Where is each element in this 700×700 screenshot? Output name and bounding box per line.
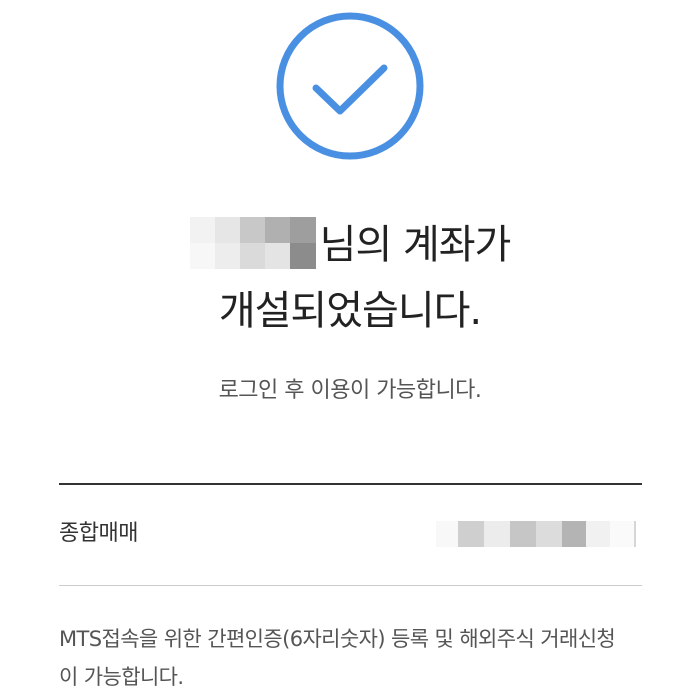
service-notice-line-2: 이 가능합니다.	[59, 665, 184, 689]
page-title: 님의 계좌가 개설되었습니다.	[0, 212, 700, 344]
account-type-label: 종합매매	[59, 521, 138, 546]
check-circle-icon	[276, 12, 424, 160]
service-notice-line-1: MTS접속을 위한 간편인증(6자리숫자) 등록 및 해외주식 거래신청	[59, 627, 616, 651]
account-info-row: 종합매매	[59, 510, 642, 560]
masked-customer-name	[189, 217, 316, 269]
section-divider	[59, 483, 642, 485]
headline-line-2: 개설되었습니다.	[218, 288, 482, 334]
headline-name-suffix: 님의 계좌가	[319, 222, 512, 268]
row-divider	[59, 585, 642, 586]
service-notice: MTS접속을 위한 간편인증(6자리숫자) 등록 및 해외주식 거래신청 이 가…	[59, 620, 642, 696]
login-guide-text: 로그인 후 이용이 가능합니다.	[218, 378, 482, 403]
account-opened-screen: 님의 계좌가 개설되었습니다. 로그인 후 이용이 가능합니다. 종합매매 MT…	[0, 0, 700, 700]
masked-account-number	[436, 521, 636, 547]
headline-line-1: 님의 계좌가	[0, 212, 700, 278]
